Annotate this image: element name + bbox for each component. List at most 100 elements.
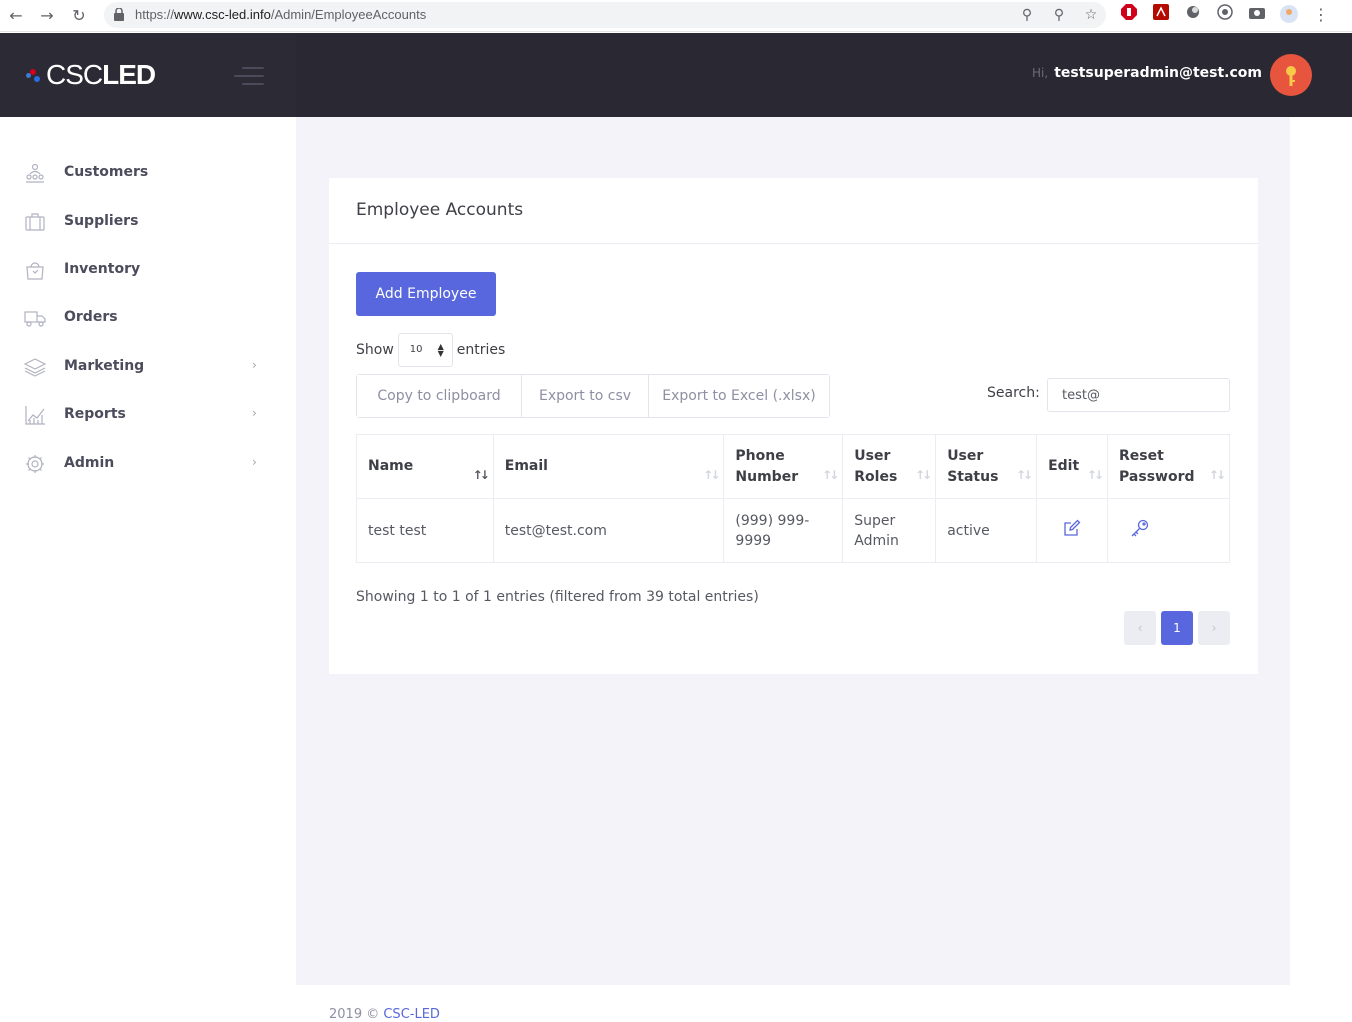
- sort-icon: ↑↓: [822, 468, 839, 482]
- chevron-right-icon: ›: [252, 406, 257, 420]
- search-label: Search:: [987, 385, 1040, 401]
- briefcase-icon: [25, 213, 45, 231]
- truck-icon: [24, 311, 46, 327]
- pagination: ‹ 1 ›: [1124, 611, 1230, 645]
- sidebar-toggle-icon[interactable]: [234, 67, 264, 87]
- search-input[interactable]: [1047, 378, 1230, 412]
- employee-table: Name ↑↓ Email ↑↓ Phone Number ↑↓ User Roles ↑↓…: [356, 434, 1230, 563]
- pagination-next-button[interactable]: ›: [1198, 611, 1230, 645]
- camera-extension-icon[interactable]: [1246, 4, 1268, 26]
- column-header-status[interactable]: User Status ↑↓: [935, 434, 1038, 499]
- cell-text: (999) 999-: [735, 512, 810, 529]
- customers-icon: [26, 163, 44, 183]
- entries-label: entries: [456, 342, 506, 358]
- url-domain: www.csc-led.info: [174, 7, 271, 22]
- pagination-prev-button[interactable]: ‹: [1124, 611, 1156, 645]
- star-icon[interactable]: ☆: [1082, 6, 1100, 24]
- sidebar-item-admin[interactable]: Admin ›: [0, 444, 296, 484]
- sidebar-item-label: Admin: [64, 455, 115, 471]
- url-scheme: https://: [135, 7, 175, 22]
- key-icon[interactable]: [1130, 518, 1150, 538]
- column-header-label: Number: [735, 468, 799, 485]
- logo-text-led: LED: [102, 59, 156, 90]
- logo-text-csc: CSC: [46, 59, 103, 90]
- circle-extension-icon[interactable]: [1182, 4, 1204, 26]
- table-header-row: Name ↑↓ Email ↑↓ Phone Number ↑↓ User Roles ↑↓…: [356, 434, 1230, 499]
- sidebar-item-inventory[interactable]: Inventory: [0, 250, 296, 290]
- reload-icon[interactable]: ↻: [69, 6, 89, 26]
- cell-edit: [1036, 498, 1109, 563]
- footer-link[interactable]: CSC-LED: [383, 1007, 440, 1022]
- layers-icon: [24, 358, 46, 377]
- sidebar-item-label: Customers: [64, 164, 149, 180]
- column-header-label: Phone: [735, 447, 785, 464]
- pagination-page-1[interactable]: 1: [1161, 611, 1193, 645]
- copy-to-clipboard-button[interactable]: Copy to clipboard: [357, 375, 522, 417]
- zoom-icon[interactable]: ⚲: [1050, 6, 1068, 24]
- sort-icon: ↑↓: [703, 468, 720, 482]
- sidebar-item-suppliers[interactable]: Suppliers: [0, 202, 296, 242]
- sidebar-item-marketing[interactable]: Marketing ›: [0, 347, 296, 387]
- sidebar-item-orders[interactable]: Orders: [0, 298, 296, 338]
- page-length-select[interactable]: 10 ▲ ▼: [397, 333, 453, 367]
- browser-toolbar: ← → ↻ https://www.csc-led.info/Admin/Emp…: [0, 0, 1352, 32]
- pdf-extension-icon[interactable]: [1150, 4, 1172, 26]
- adblock-extension-icon[interactable]: [1118, 4, 1140, 26]
- cell-name: test test: [356, 498, 494, 563]
- chevron-right-icon: ›: [252, 358, 257, 372]
- sidebar-item-label: Marketing: [64, 358, 145, 374]
- column-header-roles[interactable]: User Roles ↑↓: [842, 434, 937, 499]
- table-info: Showing 1 to 1 of 1 entries (filtered fr…: [356, 589, 759, 605]
- sidebar-item-reports[interactable]: Reports ›: [0, 395, 296, 435]
- footer: 2019 © CSC-LED: [329, 1007, 440, 1022]
- logo[interactable]: CSC LED: [26, 59, 156, 91]
- chart-icon: [25, 406, 45, 425]
- export-csv-button[interactable]: Export to csv: [522, 375, 649, 417]
- sidebar-item-customers[interactable]: Customers: [0, 153, 296, 193]
- column-header-label: Roles: [854, 468, 898, 485]
- column-header-email[interactable]: Email ↑↓: [492, 434, 725, 499]
- cell-phone: (999) 999- 9999: [723, 498, 844, 563]
- url-path: /Admin/EmployeeAccounts: [270, 7, 427, 22]
- sidebar-item-label: Orders: [64, 309, 118, 325]
- edit-icon[interactable]: [1063, 519, 1081, 537]
- back-arrow-icon[interactable]: ←: [6, 6, 26, 26]
- user-greeting[interactable]: Hi, testsuperadmin@test.com: [1032, 65, 1262, 81]
- profile-avatar-icon[interactable]: [1278, 4, 1300, 26]
- sort-icon: ↑↓: [1208, 468, 1226, 482]
- cell-roles: Super Admin: [842, 498, 937, 563]
- column-header-edit[interactable]: Edit ↑↓: [1036, 434, 1109, 499]
- column-header-label: Password: [1119, 468, 1195, 485]
- column-header-reset-password[interactable]: Reset Password ↑↓: [1107, 434, 1230, 499]
- greeting-text: Hi,: [1032, 66, 1049, 80]
- employee-accounts-card: Employee Accounts Add Employee Show 10 ▲…: [329, 178, 1258, 674]
- brand-area: CSC LED: [0, 33, 296, 117]
- address-bar[interactable]: https://www.csc-led.info/Admin/EmployeeA…: [104, 2, 1106, 28]
- url-text: https://www.csc-led.info/Admin/EmployeeA…: [135, 7, 426, 22]
- column-header-label: User: [947, 447, 984, 464]
- add-employee-button[interactable]: Add Employee: [356, 272, 496, 316]
- divider: [329, 243, 1258, 244]
- forward-arrow-icon[interactable]: →: [37, 6, 57, 26]
- key-icon[interactable]: ⚲: [1018, 6, 1036, 24]
- column-header-name[interactable]: Name ↑↓: [356, 434, 494, 499]
- key-avatar-icon: [1286, 66, 1296, 86]
- world-extension-icon[interactable]: [1214, 4, 1236, 26]
- footer-copyright: 2019 ©: [329, 1007, 380, 1022]
- avatar[interactable]: [1270, 54, 1312, 96]
- select-caret-icon: ▲ ▼: [437, 342, 444, 358]
- column-header-label: Email: [504, 458, 548, 474]
- export-button-group: Copy to clipboard Export to csv Export t…: [356, 374, 830, 418]
- page-length-value: 10: [409, 344, 423, 355]
- sort-asc-icon: ↑↓: [472, 468, 490, 482]
- menu-kebab-icon[interactable]: ⋮: [1310, 4, 1332, 26]
- column-header-phone[interactable]: Phone Number ↑↓: [723, 434, 844, 499]
- cell-text: Admin: [854, 532, 899, 549]
- sort-icon: ↑↓: [915, 468, 932, 482]
- lock-icon: [114, 8, 124, 21]
- column-header-label: User: [854, 447, 891, 464]
- export-excel-button[interactable]: Export to Excel (.xlsx): [649, 375, 829, 417]
- chevron-right-icon: ›: [252, 455, 257, 469]
- gear-icon: [26, 455, 44, 473]
- cell-text: 9999: [735, 532, 772, 549]
